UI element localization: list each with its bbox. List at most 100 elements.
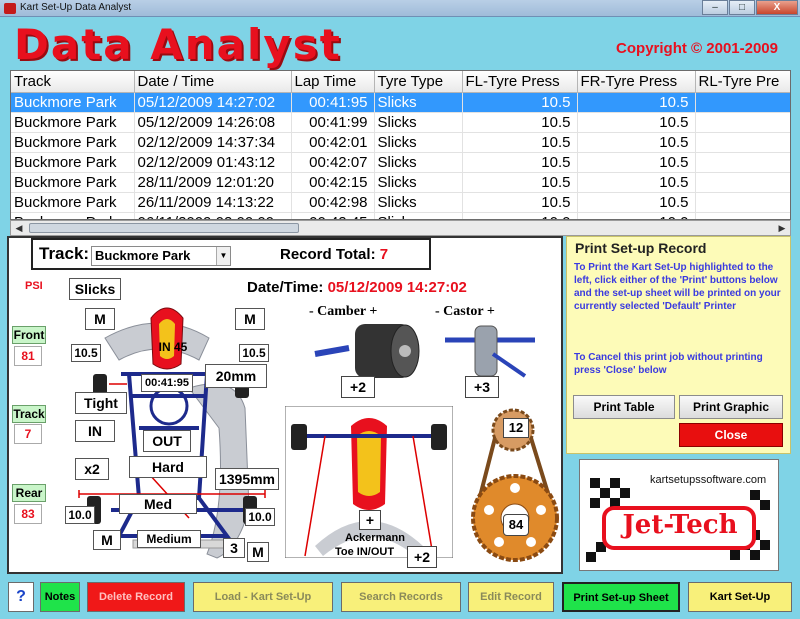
app-icon	[4, 3, 16, 14]
delete-record-button[interactable]: Delete Record	[87, 582, 185, 612]
load-setup-button[interactable]: Load - Kart Set-Up	[193, 582, 333, 612]
logo-brand: Jet-Tech	[622, 510, 738, 540]
column-header-laptime[interactable]: Lap Time	[291, 71, 375, 93]
kart-setup-button[interactable]: Kart Set-Up	[688, 582, 792, 612]
table-cell: Slicks	[374, 212, 463, 219]
rear-width: 1395mm	[215, 468, 279, 490]
table-cell: Buckmore Park	[11, 132, 135, 153]
table-cell: 10.5	[577, 192, 696, 213]
table-cell: 00:42:07	[291, 152, 375, 173]
logo-site: kartsetupssoftware.com	[650, 474, 767, 486]
table-cell: 10.5	[577, 112, 696, 133]
table-cell: 10.0	[462, 212, 578, 219]
track-side-label: Track	[12, 405, 46, 423]
table-horizontal-scrollbar[interactable]: ◀ ▶	[10, 220, 791, 236]
rear-right-compound: M	[247, 542, 269, 562]
column-header-tyre-type[interactable]: Tyre Type	[374, 71, 463, 93]
column-header-fr-press[interactable]: FR-Tyre Press	[577, 71, 696, 93]
table-row[interactable]: Buckmore Park 05/12/2009 14:26:08 00:41:99…	[11, 112, 790, 133]
window-titlebar: Kart Set-Up Data Analyst – □ X	[0, 0, 800, 17]
help-button[interactable]: ?	[8, 582, 34, 612]
camber-value: +2	[341, 376, 375, 398]
search-records-button[interactable]: Search Records	[341, 582, 461, 612]
table-cell: Slicks	[374, 112, 463, 133]
rear-value: 83	[14, 504, 42, 524]
table-cell: Buckmore Park	[11, 152, 135, 173]
bottom-toolbar: ? Notes Delete Record Load - Kart Set-Up…	[0, 577, 800, 619]
table-cell: 06/11/2009 02:00:00	[134, 212, 292, 219]
maximize-button[interactable]: □	[729, 0, 755, 15]
records-table[interactable]: Track Date / Time Lap Time Tyre Type FL-…	[10, 70, 791, 220]
table-cell: Buckmore Park	[11, 192, 135, 213]
x2-label: x2	[75, 458, 109, 480]
table-cell: 02/12/2009 14:37:34	[134, 132, 292, 153]
jet-tech-logo: kartsetupssoftware.com Jet-Tech	[579, 459, 779, 571]
axle-hardness: Hard	[129, 456, 207, 478]
table-row[interactable]: Buckmore Park 02/12/2009 01:43:12 00:42:07…	[11, 152, 790, 173]
table-cell: Buckmore Park	[11, 172, 135, 193]
table-cell: Slicks	[374, 152, 463, 173]
table-row[interactable]: Buckmore Park 26/11/2009 14:13:22 00:42:98…	[11, 192, 790, 213]
ballast-label: IN 45	[158, 340, 188, 354]
scroll-left-icon[interactable]: ◀	[11, 221, 27, 235]
rr-pressure: 10.0	[245, 508, 275, 526]
front-value: 81	[14, 346, 42, 366]
print-graphic-button[interactable]: Print Graphic	[679, 395, 783, 419]
rl-pressure: 10.0	[65, 506, 95, 524]
table-cell: Slicks	[374, 92, 463, 113]
front-right-compound: M	[235, 308, 265, 330]
table-cell: 10.5	[577, 132, 696, 153]
minimize-button[interactable]: –	[702, 0, 728, 15]
rear-label: Rear	[12, 484, 46, 502]
record-total-label: Record Total:	[280, 246, 376, 263]
ackermann-label: Ackermann	[345, 532, 405, 544]
table-cell: 26/11/2009 14:13:22	[134, 192, 292, 213]
table-cell	[695, 172, 790, 193]
notes-button[interactable]: Notes	[40, 582, 80, 612]
toe-value: +2	[407, 546, 437, 568]
table-cell: 05/12/2009 14:26:08	[134, 112, 292, 133]
table-cell: 00:42:01	[291, 132, 375, 153]
ackermann-sign: +	[359, 510, 381, 530]
table-row[interactable]: Buckmore Park 05/12/2009 14:27:02 00:41:95…	[11, 92, 790, 113]
scroll-thumb[interactable]	[29, 223, 299, 233]
column-header-datetime[interactable]: Date / Time	[134, 71, 292, 93]
hub-med-label: Med	[119, 494, 197, 514]
tyre-type-label: Slicks	[69, 278, 121, 300]
chevron-down-icon[interactable]: ▼	[216, 247, 230, 265]
rear-sprocket-teeth: 84	[503, 514, 529, 536]
table-cell: 10.5	[577, 92, 696, 113]
close-window-button[interactable]: X	[756, 0, 798, 15]
table-cell	[695, 192, 790, 213]
column-header-track[interactable]: Track	[11, 71, 135, 93]
scroll-right-icon[interactable]: ▶	[774, 221, 790, 235]
rear-compound-medium: Medium	[137, 530, 201, 548]
table-cell: 10.5	[462, 112, 578, 133]
track-side-value: 7	[14, 424, 42, 444]
castor-value: +3	[465, 376, 499, 398]
table-cell: 10.0	[577, 212, 696, 219]
seat-out-label: OUT	[143, 430, 191, 452]
track-select-value: Buckmore Park	[95, 248, 191, 263]
table-cell: Slicks	[374, 192, 463, 213]
psi-label: PSI	[25, 280, 43, 292]
print-table-button[interactable]: Print Table	[573, 395, 675, 419]
track-header: Track: Buckmore Park ▼ Record Total: 7	[31, 238, 431, 270]
print-setup-sheet-button[interactable]: Print Set-up Sheet	[562, 582, 680, 612]
table-row[interactable]: Buckmore Park06/11/2009 02:00:0000:42:45…	[11, 212, 790, 219]
column-header-rl-press[interactable]: RL-Tyre Pre	[695, 71, 790, 93]
track-select[interactable]: Buckmore Park ▼	[91, 246, 231, 266]
toe-label: Toe IN/OUT	[335, 546, 395, 558]
table-cell: Slicks	[374, 172, 463, 193]
datetime-value: 05/12/2009 14:27:02	[327, 279, 467, 296]
table-cell: 10.5	[462, 152, 578, 173]
print-panel-title: Print Set-up Record	[575, 240, 707, 256]
column-header-fl-press[interactable]: FL-Tyre Press	[462, 71, 578, 93]
table-cell: Buckmore Park	[11, 212, 135, 219]
table-cell: 00:41:99	[291, 112, 375, 133]
table-row[interactable]: Buckmore Park 28/11/2009 12:01:20 00:42:15…	[11, 172, 790, 193]
table-cell	[695, 112, 790, 133]
print-close-button[interactable]: Close	[679, 423, 783, 447]
table-row[interactable]: Buckmore Park 02/12/2009 14:37:34 00:42:01…	[11, 132, 790, 153]
edit-record-button[interactable]: Edit Record	[468, 582, 554, 612]
